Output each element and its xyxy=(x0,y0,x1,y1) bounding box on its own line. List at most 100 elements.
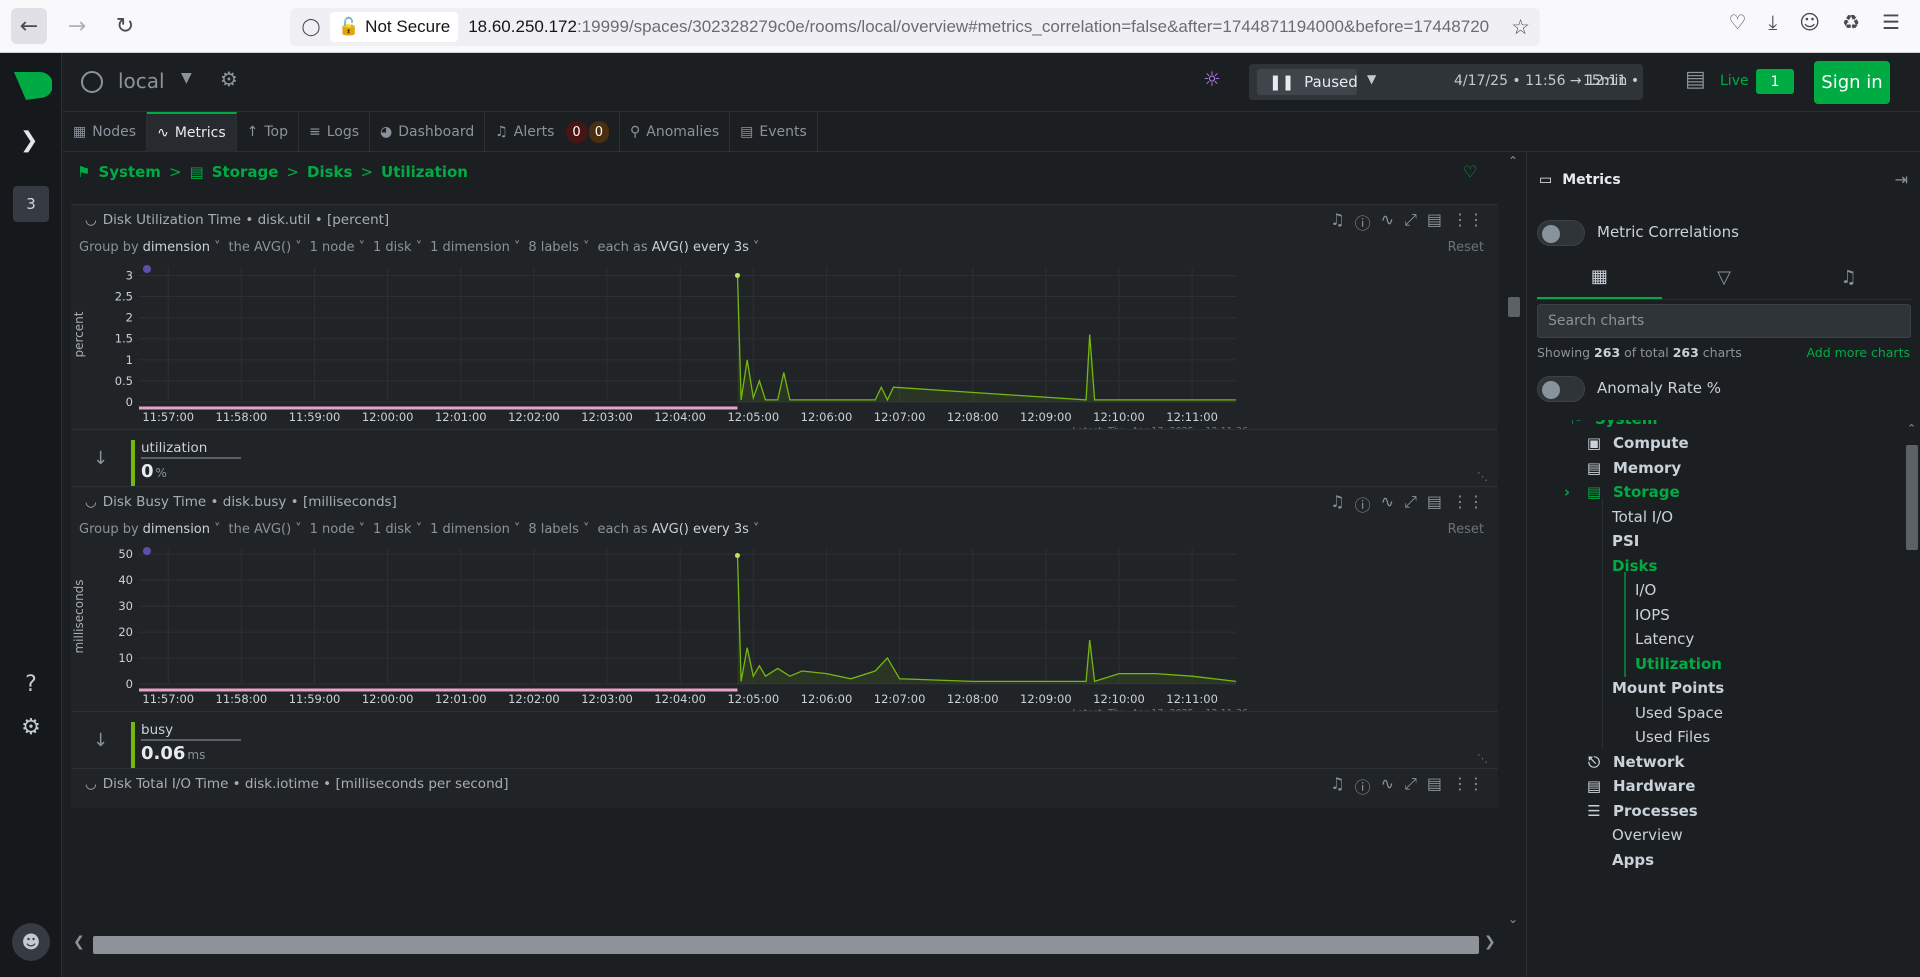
main-vertical-scrollbar[interactable]: ⌃ ⌄ xyxy=(1503,152,1525,932)
tab-alerts-panel[interactable]: ♫ xyxy=(1786,256,1911,299)
tab-charts-list[interactable]: ▦ xyxy=(1537,256,1662,299)
live-count-badge[interactable]: 1 xyxy=(1756,69,1794,94)
drag-handle-icon[interactable]: ⋮⋮ xyxy=(1452,774,1484,798)
extensions-icon[interactable]: ♻ xyxy=(1842,10,1860,34)
expand-sidebar-icon[interactable]: ❯ xyxy=(20,128,38,153)
fullscreen-icon[interactable]: ⤢ xyxy=(1404,774,1417,798)
tree-item-total-io[interactable]: Total I/O xyxy=(1612,508,1673,526)
anomaly-marker[interactable] xyxy=(143,547,151,555)
labels-dropdown[interactable]: 8 labels ˅ xyxy=(528,240,589,255)
menu-icon[interactable]: ☰ xyxy=(1882,10,1900,34)
breadcrumb-utilization[interactable]: Utilization xyxy=(381,163,468,181)
chart-type-icon[interactable]: ∿ xyxy=(1381,210,1394,234)
tab-top[interactable]: ↑ Top xyxy=(237,112,299,152)
account-icon[interactable]: ☺ xyxy=(1799,10,1820,34)
reset-button[interactable]: Reset xyxy=(1448,240,1484,255)
forward-arrow-icon[interactable]: → xyxy=(59,8,95,44)
save-icon[interactable]: ▤ xyxy=(1427,774,1442,798)
breadcrumb-storage[interactable]: Storage xyxy=(212,163,279,181)
collapse-panel-icon[interactable]: ⇥ xyxy=(1895,170,1908,189)
alert-bell-icon[interactable]: ♫ xyxy=(1330,492,1344,516)
disks-dropdown[interactable]: 1 disk ˅ xyxy=(373,240,422,255)
series-line[interactable] xyxy=(736,555,1237,683)
series-peak-point[interactable] xyxy=(734,272,740,278)
user-avatar[interactable]: ☻ xyxy=(12,923,50,961)
url-text[interactable]: 18.60.250.172:19999/spaces/302328279c0e/… xyxy=(468,17,1508,37)
chart-type-icon[interactable]: ∿ xyxy=(1381,774,1394,798)
scroll-right-icon[interactable]: ❯ xyxy=(1484,934,1496,950)
chevron-down-icon[interactable]: ▼ xyxy=(181,70,192,86)
search-charts-input[interactable] xyxy=(1537,304,1911,338)
sort-arrow-icon[interactable]: ↓ xyxy=(93,448,108,469)
metric-correlations-toggle[interactable] xyxy=(1537,220,1585,246)
tree-item-processes[interactable]: ☰ Processes xyxy=(1585,802,1697,820)
tree-item-io[interactable]: I/O xyxy=(1635,581,1656,599)
dimensions-dropdown[interactable]: 1 dimension ˅ xyxy=(430,522,520,537)
paused-button[interactable]: ❚❚ Paused xyxy=(1257,69,1358,95)
alert-bell-icon[interactable]: ♫ xyxy=(1330,210,1344,234)
chart-plot[interactable]: 50 40 30 20 10 0 11:57:00 11:58:00 11:59:00 12:00… xyxy=(71,541,1498,711)
fullscreen-icon[interactable]: ⤢ xyxy=(1404,492,1417,516)
anomaly-marker[interactable] xyxy=(143,265,151,273)
tab-alerts[interactable]: ♫ Alerts 0 0 xyxy=(485,112,620,152)
info-icon[interactable]: ⓘ xyxy=(1355,210,1371,234)
tree-item-overview[interactable]: Overview xyxy=(1612,826,1683,844)
pocket-icon[interactable]: ♡ xyxy=(1728,10,1746,34)
tree-item-latency[interactable]: Latency xyxy=(1635,630,1694,648)
not-secure-indicator[interactable]: 🔓 Not Secure xyxy=(330,12,459,42)
scroll-up-icon[interactable]: ⌃ xyxy=(1907,422,1916,435)
save-icon[interactable]: ▤ xyxy=(1427,492,1442,516)
tree-item-disks[interactable]: Disks xyxy=(1612,557,1657,575)
series-peak-point[interactable] xyxy=(734,552,740,558)
sign-in-button[interactable]: Sign in xyxy=(1814,61,1890,104)
lightbulb-icon[interactable]: ☼ xyxy=(1203,67,1221,91)
add-more-charts-link[interactable]: Add more charts xyxy=(1806,345,1910,360)
room-name[interactable]: local xyxy=(118,69,165,93)
sort-arrow-icon[interactable]: ↓ xyxy=(93,730,108,751)
tree-item-used-space[interactable]: Used Space xyxy=(1635,704,1723,722)
space-badge[interactable]: 3 xyxy=(13,186,49,222)
dimensions-dropdown[interactable]: 1 dimension ˅ xyxy=(430,240,520,255)
tree-item-storage[interactable]: › ▤ Storage xyxy=(1559,483,1680,501)
group-by-dropdown[interactable]: Group by dimension ˅ xyxy=(79,240,221,255)
download-icon[interactable]: ⤓ xyxy=(1768,10,1777,34)
tab-metrics[interactable]: ∿ Metrics xyxy=(147,112,237,152)
reload-icon[interactable]: ↻ xyxy=(107,8,143,44)
time-aggregation-dropdown[interactable]: each as AVG() every 3s ˅ xyxy=(597,522,759,537)
legend-dimension[interactable]: busy 0.06 ms xyxy=(131,722,241,768)
anomaly-rate-toggle[interactable] xyxy=(1537,376,1585,402)
resize-handle-icon[interactable]: ⋱ xyxy=(1477,470,1488,483)
tab-filters[interactable]: ▽ xyxy=(1662,256,1787,299)
breadcrumb-disks[interactable]: Disks xyxy=(307,163,352,181)
netdata-logo-icon[interactable] xyxy=(12,70,52,102)
tree-item-network[interactable]: ⎋ Network xyxy=(1585,753,1684,771)
tab-anomalies[interactable]: ⚲ Anomalies xyxy=(620,112,731,152)
scrollbar-thumb[interactable] xyxy=(1906,445,1918,550)
drag-handle-icon[interactable]: ⋮⋮ xyxy=(1452,210,1484,234)
warning-alert-count[interactable]: 0 xyxy=(588,121,609,143)
favorite-heart-icon[interactable]: ♡ xyxy=(1463,162,1477,181)
group-by-dropdown[interactable]: Group by dimension ˅ xyxy=(79,522,221,537)
tab-dashboard[interactable]: ◕ Dashboard xyxy=(370,112,486,152)
horizontal-scrollbar[interactable]: ❮ ❯ xyxy=(71,930,1498,956)
scroll-up-icon[interactable]: ⌃ xyxy=(1508,154,1518,168)
address-bar[interactable]: ◯ 🔓 Not Secure 18.60.250.172:19999/spaces… xyxy=(290,8,1540,46)
tree-item-used-files[interactable]: Used Files xyxy=(1635,728,1710,746)
reset-button[interactable]: Reset xyxy=(1448,522,1484,537)
tree-item-compute[interactable]: ▣ Compute xyxy=(1585,434,1689,452)
aggregation-dropdown[interactable]: the AVG() ˅ xyxy=(229,522,302,537)
chart-type-icon[interactable]: ∿ xyxy=(1381,492,1394,516)
tree-item-memory[interactable]: ▤ Memory xyxy=(1585,459,1681,477)
tree-item-apps[interactable]: Apps xyxy=(1612,851,1654,869)
settings-gear-icon[interactable]: ⚙ xyxy=(17,713,45,741)
tree-item-psi[interactable]: PSI xyxy=(1612,532,1639,550)
drag-handle-icon[interactable]: ⋮⋮ xyxy=(1452,492,1484,516)
tab-logs[interactable]: ≡ Logs xyxy=(299,112,371,152)
tree-item-iops[interactable]: IOPS xyxy=(1635,606,1670,624)
nodes-dropdown[interactable]: 1 node ˅ xyxy=(310,240,365,255)
scroll-left-icon[interactable]: ❮ xyxy=(73,934,85,950)
alert-bell-icon[interactable]: ♫ xyxy=(1330,774,1344,798)
bookmark-star-icon[interactable]: ☆ xyxy=(1511,15,1530,40)
tree-item-hardware[interactable]: ▤ Hardware xyxy=(1585,777,1695,795)
shield-icon[interactable]: ◯ xyxy=(300,16,322,38)
